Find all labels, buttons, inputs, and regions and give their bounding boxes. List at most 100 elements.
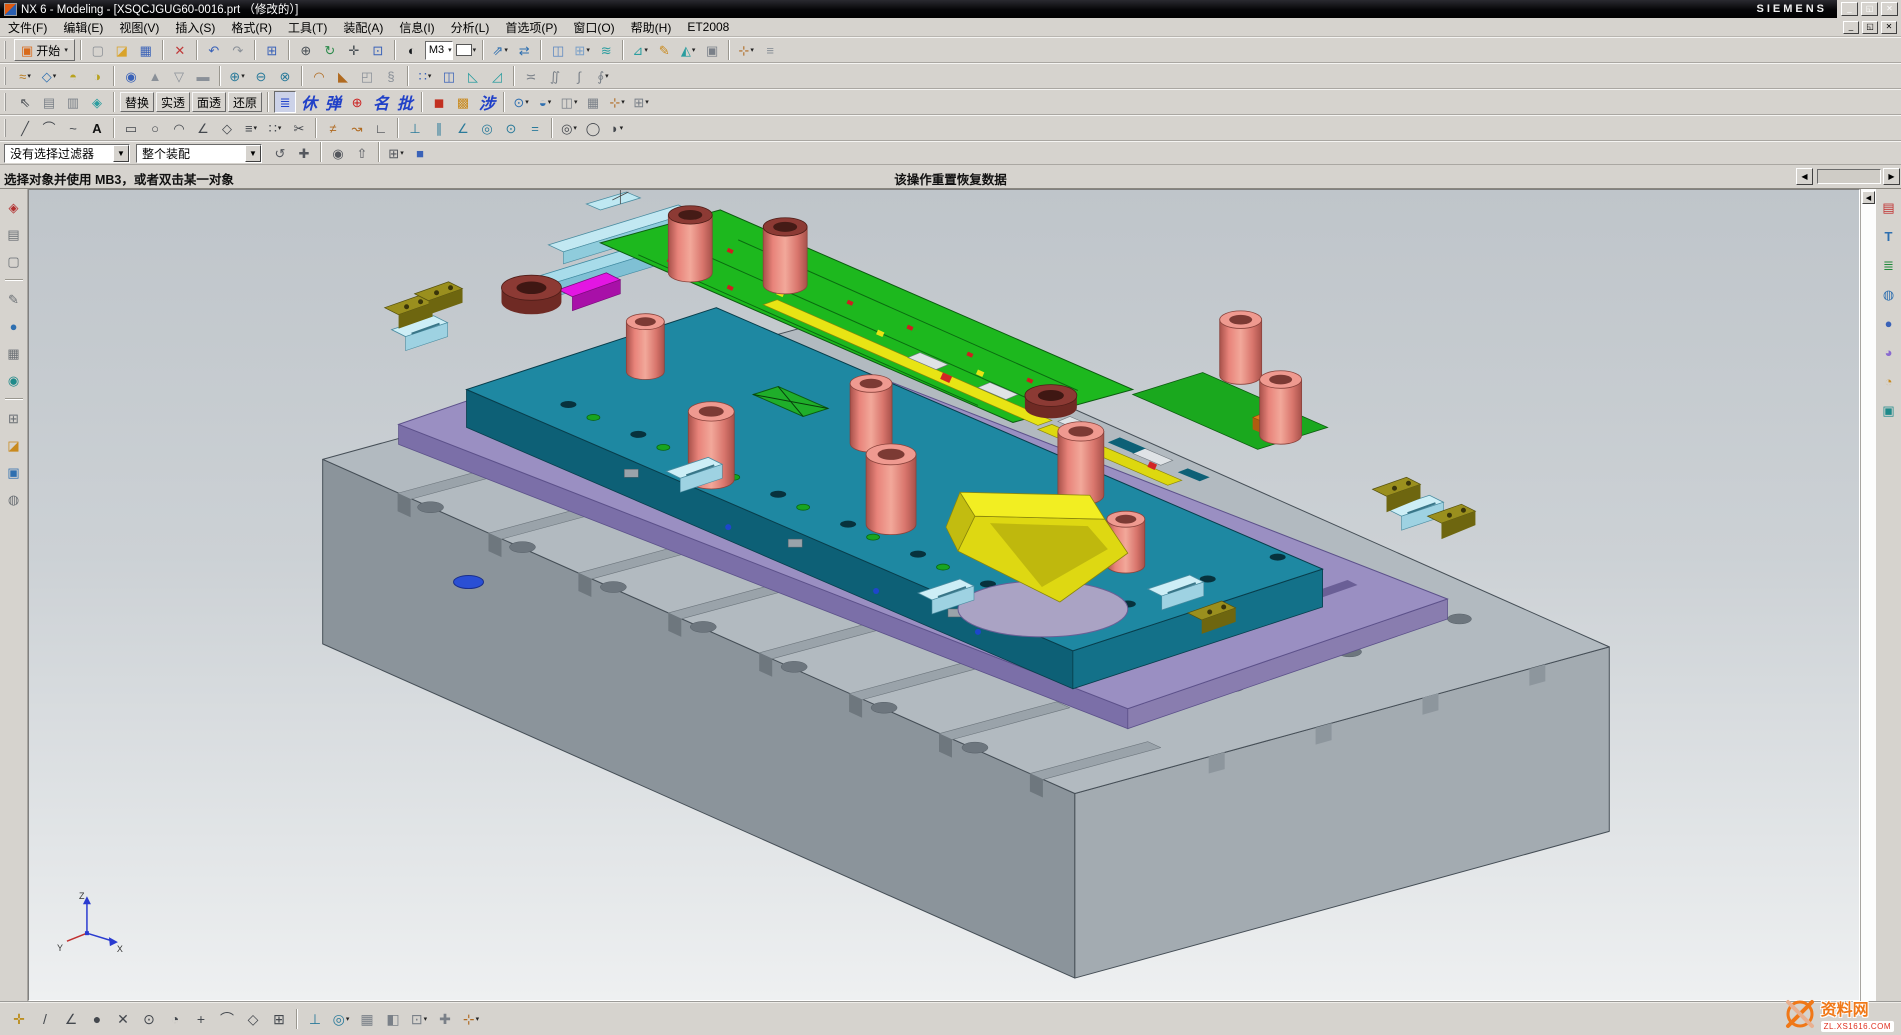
redo-button[interactable]: ↷: [227, 39, 249, 61]
dynamic-input-icon[interactable]: ⊡▾: [407, 1007, 431, 1031]
graphics-viewport[interactable]: Z X Y: [28, 189, 1860, 1001]
macro-tool-active-button[interactable]: ≣: [274, 91, 296, 113]
style-sweep-button[interactable]: ∮▾: [592, 65, 614, 87]
grid-button[interactable]: ⊞▾: [630, 91, 652, 113]
snap-intersection-icon[interactable]: ✕: [111, 1007, 135, 1031]
selection-filter-dropdown[interactable]: 没有选择过滤器 ▼: [4, 144, 130, 163]
view-orient-button[interactable]: ◈: [86, 91, 108, 113]
macro-target-button[interactable]: ⊕: [346, 91, 368, 113]
snap-point-toggle-button[interactable]: ⊞▾: [385, 142, 407, 164]
background-color-button[interactable]: ▭▾: [455, 39, 478, 61]
restore-display-button[interactable]: 还原: [228, 92, 262, 112]
offset-surface-button[interactable]: ≍: [520, 65, 542, 87]
section-view-button[interactable]: ◭▾: [677, 39, 699, 61]
undo-button[interactable]: ↶: [203, 39, 225, 61]
toolbox-blue-dot-icon[interactable]: ●: [4, 316, 24, 336]
prompt-scroll-left-button[interactable]: ◀: [1796, 168, 1813, 185]
arc-button[interactable]: ⌒: [38, 117, 60, 139]
edge-blend-button[interactable]: ◠: [308, 65, 330, 87]
snap-control-point-icon[interactable]: ●: [85, 1007, 109, 1031]
move-object-button[interactable]: ⇗▾: [489, 39, 511, 61]
toolbox-plus-icon[interactable]: ⊞: [4, 408, 24, 428]
conic-button[interactable]: ◗▾: [606, 117, 628, 139]
menu-format[interactable]: 格式(R): [224, 19, 279, 36]
high-quality-image-button[interactable]: ▣: [701, 39, 723, 61]
extrude-button[interactable]: ◓: [62, 65, 84, 87]
ellipse-button[interactable]: ◯: [582, 117, 604, 139]
child-restore-button[interactable]: ◱: [1862, 21, 1878, 34]
highlight-button[interactable]: ◉: [327, 142, 349, 164]
quick-extend-button[interactable]: ↝: [346, 117, 368, 139]
reuse-library-icon[interactable]: ◍: [1879, 284, 1899, 304]
close-button[interactable]: ✕: [1881, 2, 1898, 16]
macro-tan-button[interactable]: 弹: [322, 91, 344, 113]
macro-she-button[interactable]: 涉: [476, 91, 498, 113]
snap-endpoint-icon[interactable]: /: [33, 1007, 57, 1031]
rectangle-button[interactable]: ▭: [120, 117, 142, 139]
swept-button[interactable]: ∫: [568, 65, 590, 87]
chevron-down-icon[interactable]: ▼: [245, 145, 261, 162]
trim-body-button[interactable]: ◺: [462, 65, 484, 87]
snap-point-enable-icon[interactable]: ✛: [7, 1007, 31, 1031]
save-button[interactable]: ▦: [135, 39, 157, 61]
menu-analysis[interactable]: 分析(L): [444, 19, 497, 36]
menu-edit[interactable]: 编辑(E): [56, 19, 110, 36]
snap-settings-button[interactable]: ↺: [269, 142, 291, 164]
toolbox-teal-ring-icon[interactable]: ◉: [4, 370, 24, 390]
profile-line-button[interactable]: ╱: [14, 117, 36, 139]
new-file-button[interactable]: ▢: [87, 39, 109, 61]
menu-view[interactable]: 视图(V): [112, 19, 166, 36]
select-arrow-button[interactable]: ⇖: [14, 91, 36, 113]
layer-category-button[interactable]: ▦: [582, 91, 604, 113]
start-menu-button[interactable]: ▣开始▾: [14, 39, 75, 61]
pattern-curve-button[interactable]: ∷▾: [264, 117, 286, 139]
revolve-button[interactable]: ◑: [86, 65, 108, 87]
grid-snap-icon[interactable]: ▦: [355, 1007, 379, 1031]
maximize-button[interactable]: ◱: [1861, 2, 1878, 16]
through-curves-button[interactable]: ∬: [544, 65, 566, 87]
view-m3-button[interactable]: M3▾: [425, 41, 453, 60]
part-navigator-icon[interactable]: ≣: [1879, 255, 1899, 275]
pad-button[interactable]: ▬: [192, 65, 214, 87]
menu-information[interactable]: 信息(I): [392, 19, 441, 36]
chamfer-sketch-button[interactable]: ∠: [192, 117, 214, 139]
transform-button[interactable]: ⇄: [513, 39, 535, 61]
menu-preferences[interactable]: 首选项(P): [498, 19, 564, 36]
menu-tools[interactable]: 工具(T): [281, 19, 334, 36]
minimize-button[interactable]: _: [1841, 2, 1858, 16]
subtract-button[interactable]: ⊖: [250, 65, 272, 87]
history-icon[interactable]: ◔: [1879, 371, 1899, 391]
intersect-button[interactable]: ⊗: [274, 65, 296, 87]
pan-view-button[interactable]: ✛: [343, 39, 365, 61]
toolbox-grid-icon[interactable]: ▦: [4, 343, 24, 363]
assembly-constraints-button[interactable]: ◫: [547, 39, 569, 61]
snap-midpoint-icon[interactable]: ∠: [59, 1007, 83, 1031]
offset-curve-button[interactable]: ≡▾: [240, 117, 262, 139]
boss-button[interactable]: ▲: [144, 65, 166, 87]
fillet-button[interactable]: ◠: [168, 117, 190, 139]
macro-ming-button[interactable]: 名: [370, 91, 392, 113]
polygon-button[interactable]: ◇: [216, 117, 238, 139]
pocket-button[interactable]: ▽: [168, 65, 190, 87]
solid-preselect-button[interactable]: ■: [409, 142, 431, 164]
macro-pi-button[interactable]: 批: [394, 91, 416, 113]
parallel-constraint-button[interactable]: ∥: [428, 117, 450, 139]
open-file-button[interactable]: ◪: [111, 39, 133, 61]
replace-view-button[interactable]: 替换: [120, 92, 154, 112]
datum-plane-button[interactable]: ◇▾: [38, 65, 60, 87]
chevron-down-icon[interactable]: ▼: [113, 145, 129, 162]
layer-visible-in-view-button[interactable]: ▥: [62, 91, 84, 113]
top-selection-button[interactable]: ⇧: [351, 142, 373, 164]
menu-insert[interactable]: 插入(S): [168, 19, 222, 36]
wave-link-button[interactable]: ≋: [595, 39, 617, 61]
select-all-button[interactable]: ✚: [293, 142, 315, 164]
selection-scope-dropdown[interactable]: 整个装配 ▼: [136, 144, 262, 163]
wcs-dynamics-button[interactable]: ⊹▾: [606, 91, 628, 113]
menu-assemblies[interactable]: 装配(A): [336, 19, 390, 36]
hd3d-tool-icon[interactable]: ●: [1879, 313, 1899, 333]
toolbox-folder-icon[interactable]: ◪: [4, 435, 24, 455]
resource-bar-splitter[interactable]: ◀: [1860, 189, 1876, 1001]
equal-constraint-button[interactable]: =: [524, 117, 546, 139]
snap-existing-point-icon[interactable]: +: [189, 1007, 213, 1031]
snap-point-on-curve-icon[interactable]: ⌒: [215, 1007, 239, 1031]
